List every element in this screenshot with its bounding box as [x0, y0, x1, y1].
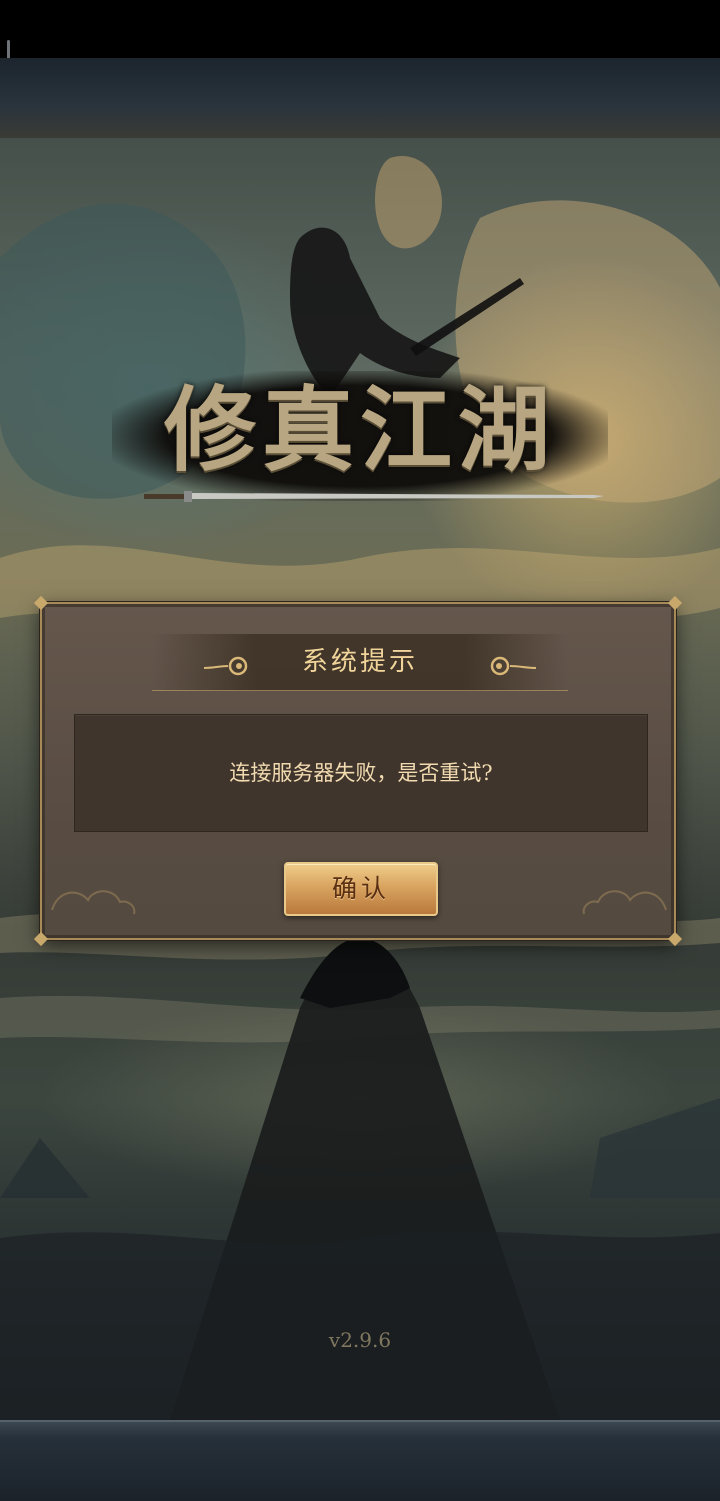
dialog-message: 连接服务器失败，是否重试? — [229, 761, 493, 785]
cloud-ornament-icon — [490, 656, 537, 676]
status-bar — [0, 0, 720, 58]
confirm-button-label: 确认 — [331, 874, 390, 903]
game-title: 修真江湖 — [163, 376, 556, 484]
cloud-ornament-icon — [203, 656, 248, 676]
top-backdrop — [0, 58, 720, 138]
cloud-pattern-icon — [582, 890, 667, 915]
version-label: v2.9.6 — [328, 1328, 392, 1352]
sword-icon — [144, 491, 604, 502]
bottom-backdrop — [0, 1420, 720, 1501]
confirm-button[interactable]: 确认 — [284, 862, 438, 916]
message-panel: 连接服务器失败，是否重试? — [74, 714, 648, 832]
game-logo: 修真江湖 — [112, 365, 608, 515]
cloud-pattern-icon — [51, 890, 136, 915]
system-dialog: 系统提示 连接服务器失败，是否重试? 确认 — [33, 595, 683, 947]
